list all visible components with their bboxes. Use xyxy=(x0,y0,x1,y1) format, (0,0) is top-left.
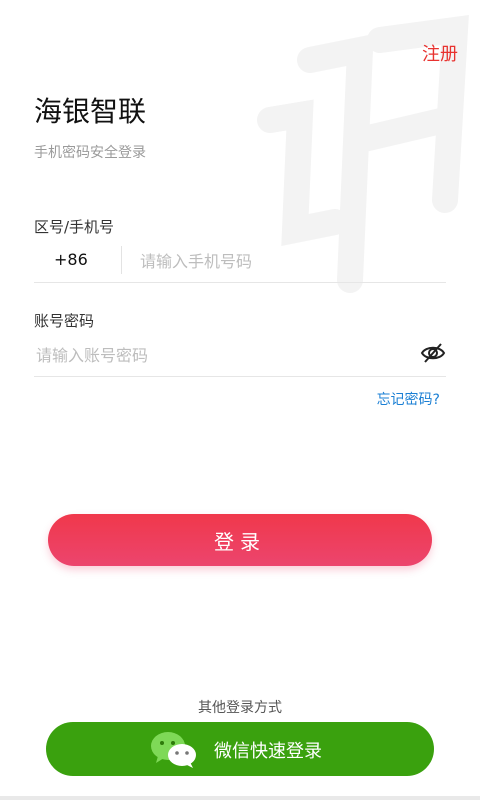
login-button[interactable]: 登录 xyxy=(48,514,432,566)
phone-field-row: +86 xyxy=(34,238,446,283)
login-subtitle: 手机密码安全登录 xyxy=(34,145,146,161)
other-login-methods-label: 其他登录方式 xyxy=(198,700,282,716)
wechat-icon xyxy=(151,732,196,768)
register-link[interactable]: 注册 xyxy=(422,40,458,66)
password-field-row xyxy=(34,332,446,377)
country-code-selector[interactable]: +86 xyxy=(54,250,88,269)
wechat-login-label: 微信快速登录 xyxy=(214,741,322,762)
phone-input[interactable] xyxy=(138,244,442,278)
eye-off-icon[interactable] xyxy=(420,340,446,366)
phone-field-divider xyxy=(121,246,122,274)
wechat-login-button[interactable]: 微信快速登录 xyxy=(46,722,434,776)
forgot-password-link[interactable]: 忘记密码? xyxy=(377,389,440,409)
password-input[interactable] xyxy=(34,338,398,372)
bottom-bar xyxy=(0,796,480,800)
app-title: 海银智联 xyxy=(34,95,147,128)
password-label: 账号密码 xyxy=(34,312,95,330)
phone-label: 区号/手机号 xyxy=(34,218,115,236)
